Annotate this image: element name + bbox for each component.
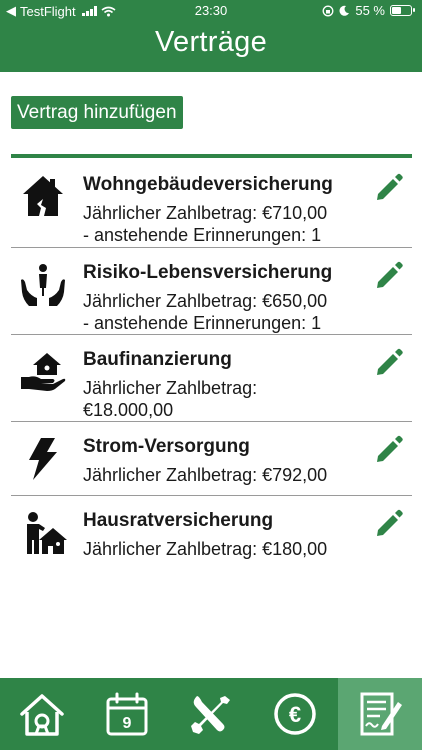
hand-house-icon — [21, 353, 66, 391]
contract-amount: Jährlicher Zahlbetrag: €650,00 — [83, 291, 328, 311]
tab-home[interactable] — [0, 678, 84, 750]
orientation-lock-icon — [322, 5, 334, 16]
edit-pencil-icon[interactable] — [374, 260, 404, 290]
home-tab-icon — [20, 694, 64, 736]
contract-name: Hausratversicherung — [83, 510, 274, 531]
status-right: 55 % — [322, 3, 415, 18]
contract-item-risiko-leben[interactable]: Risiko-Lebensversicherung Jährlicher Zah… — [11, 248, 412, 335]
edit-pencil-icon[interactable] — [374, 434, 404, 464]
contract-item-hausrat[interactable]: Hausratversicherung Jährlicher Zahlbetra… — [11, 496, 412, 576]
moon-icon — [339, 5, 350, 16]
hands-person-icon — [21, 264, 65, 306]
edit-pencil-icon[interactable] — [374, 508, 404, 538]
edit-pencil-icon[interactable] — [374, 347, 404, 377]
house-icon — [23, 176, 63, 216]
contract-name: Baufinanzierung — [83, 349, 232, 370]
contract-list: Wohngebäudeversicherung Jährlicher Zahlb… — [11, 160, 412, 576]
tools-tab-icon — [190, 696, 230, 734]
contract-amount: Jährlicher Zahlbetrag: — [83, 378, 258, 398]
page-title: Verträge — [154, 26, 268, 58]
contract-reminders: - anstehende Erinnerungen: 1 — [83, 225, 322, 245]
battery-fill — [392, 7, 402, 14]
contract-item-strom[interactable]: Strom-Versorgung Jährlicher Zahlbetrag: … — [11, 422, 412, 496]
contract-amount: Jährlicher Zahlbetrag: €792,00 — [83, 465, 328, 485]
tab-calendar[interactable]: 9 — [84, 678, 168, 750]
tab-finances[interactable]: € — [253, 678, 337, 750]
edit-pencil-icon[interactable] — [374, 172, 404, 202]
status-bar: ◀ TestFlight 23:30 55 % — [0, 0, 422, 22]
battery-icon — [390, 5, 415, 16]
contract-amount: Jährlicher Zahlbetrag: €710,00 — [83, 203, 328, 223]
tab-tools[interactable] — [169, 678, 253, 750]
list-top-divider — [11, 154, 412, 158]
add-contract-button[interactable]: Vertrag hinzufügen — [11, 96, 183, 129]
lightning-icon — [29, 438, 57, 480]
app-header: ◀ TestFlight 23:30 55 % Verträge — [0, 0, 422, 72]
tab-bar: 9 € — [0, 678, 422, 750]
contract-name: Risiko-Lebensversicherung — [83, 262, 333, 283]
contract-amount: Jährlicher Zahlbetrag: €180,00 — [83, 539, 328, 559]
contract-name: Strom-Versorgung — [83, 436, 250, 457]
calendar-day-label: 9 — [122, 715, 131, 732]
contract-item-wohngebaeude[interactable]: Wohngebäudeversicherung Jährlicher Zahlb… — [11, 160, 412, 248]
contract-reminders: - anstehende Erinnerungen: 1 — [83, 313, 322, 333]
calendar-tab-icon: 9 — [106, 692, 148, 736]
person-house-icon — [27, 512, 67, 554]
euro-symbol-label: € — [289, 702, 301, 727]
battery-percent: 55 % — [355, 3, 385, 18]
tab-contracts[interactable] — [337, 678, 422, 750]
contract-name: Wohngebäudeversicherung — [83, 174, 333, 195]
contract-tab-icon — [360, 692, 402, 736]
contract-item-baufinanzierung[interactable]: Baufinanzierung Jährlicher Zahlbetrag: €… — [11, 335, 412, 422]
contract-amount-value: €18.000,00 — [83, 400, 174, 420]
euro-tab-icon: € — [274, 693, 317, 735]
